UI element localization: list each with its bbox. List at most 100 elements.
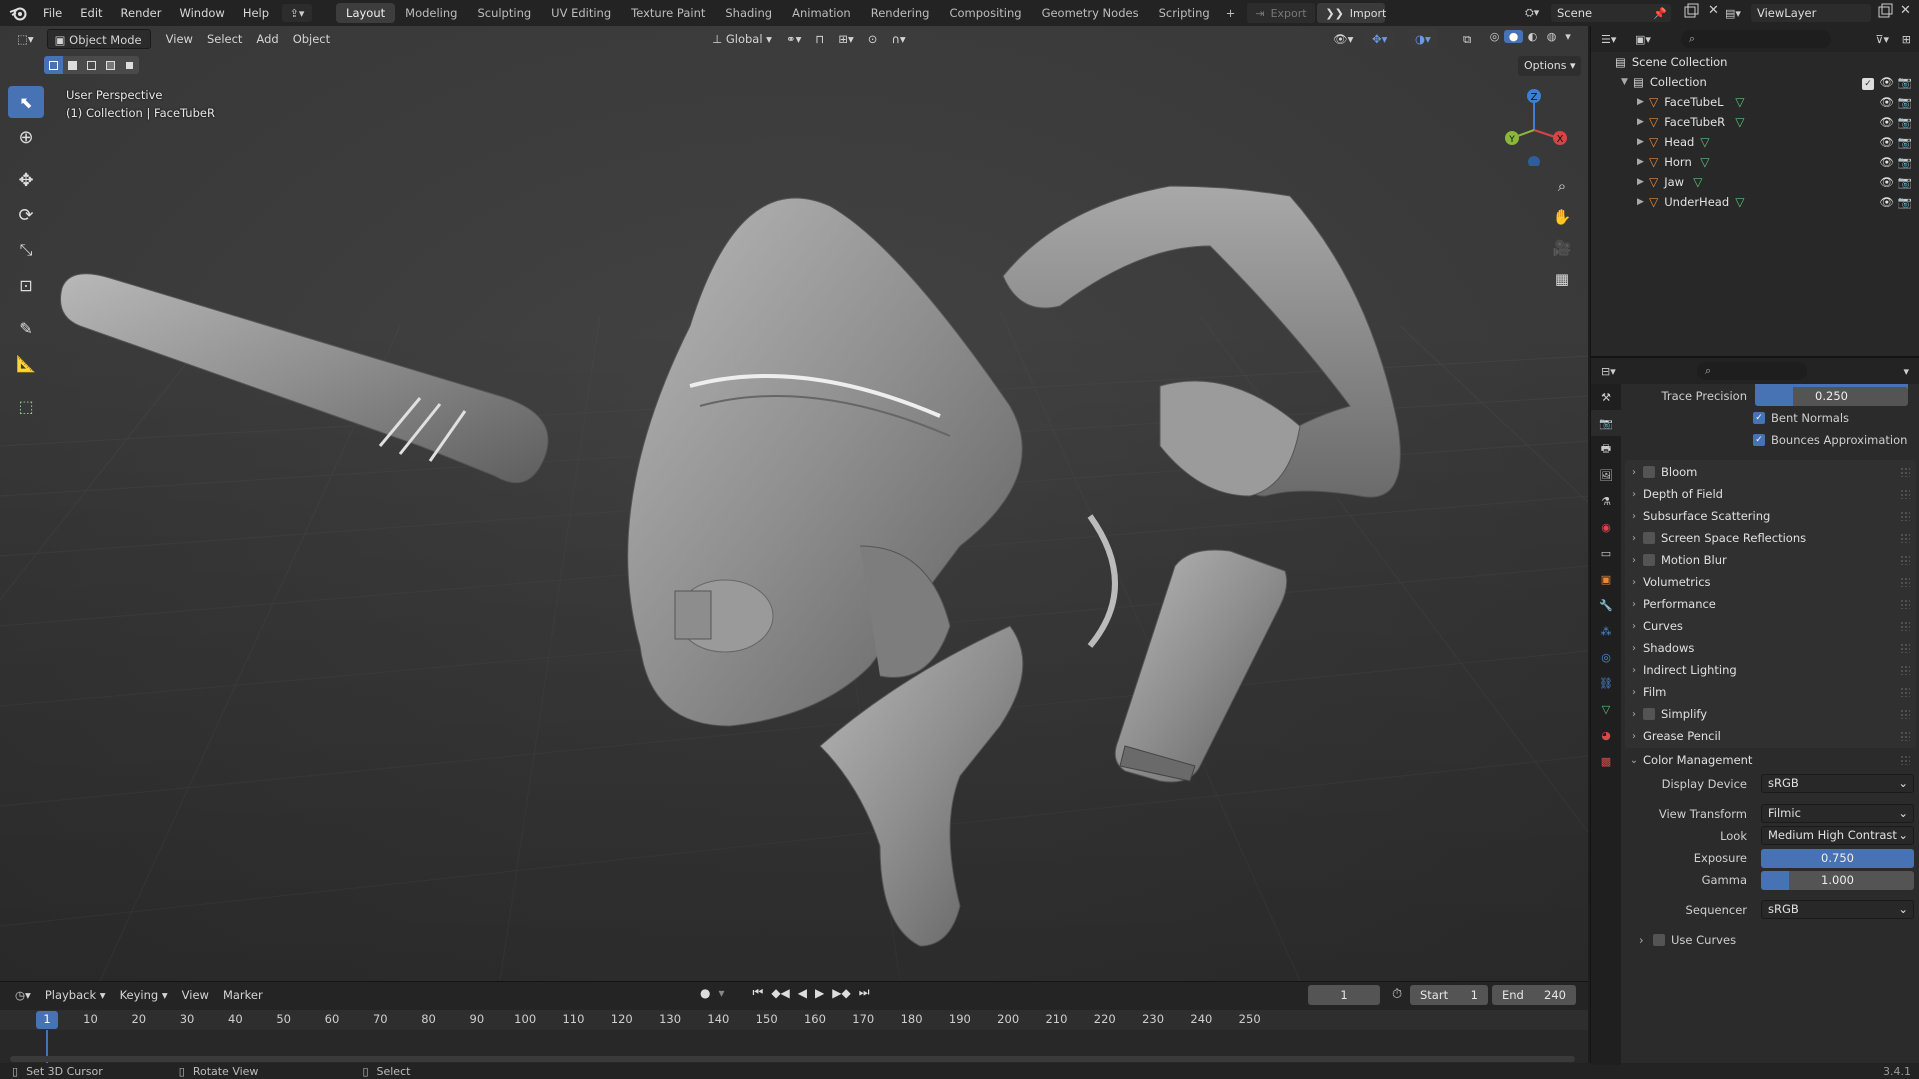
gizmo-toggle[interactable]: ✥▾ [1365,29,1395,49]
render-camera-icon[interactable]: 📷 [1898,95,1912,109]
display-device-dropdown[interactable]: sRGB ⌄ [1761,774,1914,793]
mesh-data-icon[interactable]: ▽ [1700,135,1709,149]
material-tab-icon[interactable]: ◕ [1591,722,1621,748]
look-dropdown[interactable]: Medium High Contrast ⌄ [1761,826,1914,845]
link-append-dropdown[interactable]: ⇪▾ [282,4,313,22]
play-icon[interactable]: ▶ [815,986,824,1000]
wireframe-shading-icon[interactable]: ◎ [1485,30,1504,43]
select-intersect-icon[interactable] [120,56,139,74]
tab-animation[interactable]: Animation [782,3,861,23]
new-view-layer-icon[interactable] [1877,3,1897,23]
rotate-tool[interactable]: ⟳ [8,199,44,231]
timeline-scrollbar[interactable] [10,1056,1575,1062]
expand-chevron-icon[interactable]: ▶ [1637,157,1649,167]
xray-toggle[interactable]: ⧉ [1456,29,1478,49]
outliner-object-row[interactable]: ▶ ▽ Head ▽ 👁 📷 [1591,132,1919,152]
delete-view-layer-icon[interactable]: ✕ [1900,3,1916,23]
drag-grip-icon[interactable] [1900,555,1910,565]
proportional-falloff-dropdown[interactable]: ∩▾ [884,29,912,49]
material-preview-icon[interactable]: ◐ [1523,30,1542,43]
display-mode-dropdown[interactable]: ▣▾ [1635,33,1669,46]
start-frame-field[interactable]: Start 1 [1410,985,1488,1005]
mode-dropdown[interactable]: ▣ Object Mode ▾ [46,29,151,67]
bounces-approx-checkbox[interactable]: ✓ [1753,434,1765,446]
tab-layout[interactable]: Layout [336,3,396,23]
menu-add[interactable]: Add [249,29,285,49]
render-tab-icon[interactable]: 📷 [1591,410,1621,436]
jump-start-icon[interactable]: ⏮ [753,985,764,1000]
timeline-editor[interactable]: ◷▾ Playback ▾ Keying ▾ View Marker ● ▾ ⏮… [0,981,1588,1064]
facetubel-mesh[interactable] [60,273,549,484]
current-frame-field[interactable]: 1 [1308,985,1380,1005]
outliner-object-row[interactable]: ▶ ▽ FaceTubeR ▽ 👁 📷 [1591,112,1919,132]
mesh-data-icon[interactable]: ▽ [1735,115,1744,129]
jump-next-keyframe-icon[interactable]: ▶◆ [832,986,850,1000]
tab-uv-editing[interactable]: UV Editing [541,3,621,23]
filter-dropdown[interactable]: ⊽▾ [1875,33,1889,46]
annotate-tool[interactable]: ✎ [8,312,44,344]
render-camera-icon[interactable]: 📷 [1898,175,1912,189]
new-scene-icon[interactable] [1683,3,1703,23]
visibility-eye-icon[interactable]: 👁 [1879,135,1894,149]
panel-enable-checkbox[interactable] [1643,554,1655,566]
snap-target-dropdown[interactable]: ⊞▾ [831,29,860,49]
expand-chevron-icon[interactable]: ▶ [1637,177,1649,187]
menu-keying[interactable]: Keying ▾ [113,985,175,1005]
drag-grip-icon[interactable] [1900,731,1910,741]
export-button[interactable]: ⇥ Export [1247,3,1316,23]
drag-grip-icon[interactable] [1900,577,1910,587]
outliner-editor-type-button[interactable]: ☰▾ [1601,33,1635,46]
mesh-data-icon[interactable]: ▽ [1700,155,1709,169]
tab-sculpting[interactable]: Sculpting [467,3,541,23]
render-camera-icon[interactable]: 📷 [1898,135,1912,149]
expand-chevron-icon[interactable]: ▶ [1637,137,1649,147]
add-cube-tool[interactable]: ⬚ [8,390,44,422]
panel-screen-space-reflections[interactable]: › Screen Space Reflections [1625,526,1916,550]
render-camera-icon[interactable]: 📷 [1898,195,1912,209]
solid-shading-icon[interactable]: ● [1504,30,1523,43]
scale-tool[interactable]: ⤡ [8,234,44,266]
facetuber-mesh[interactable] [1114,549,1288,783]
panel-indirect-lighting[interactable]: › Indirect Lighting [1625,658,1916,682]
end-frame-field[interactable]: End 240 [1492,985,1576,1005]
add-workspace-button[interactable]: + [1220,3,1242,23]
expand-chevron-icon[interactable]: ▶ [1637,97,1649,107]
drag-grip-icon[interactable] [1900,511,1910,521]
timeline-track[interactable] [0,1030,1588,1064]
drag-grip-icon[interactable] [1900,755,1910,765]
panel-enable-checkbox[interactable] [1643,532,1655,544]
mesh-data-icon[interactable]: ▽ [1735,195,1744,209]
properties-options-dropdown[interactable]: ▾ [1903,365,1909,378]
mesh-data-icon[interactable]: ▽ [1735,95,1744,109]
drag-grip-icon[interactable] [1900,489,1910,499]
menu-edit[interactable]: Edit [71,0,111,26]
navigation-gizmo[interactable]: Z X Y [1498,86,1578,166]
drag-grip-icon[interactable] [1900,467,1910,477]
jump-prev-keyframe-icon[interactable]: ◆◀ [771,986,789,1000]
data-tab-icon[interactable]: ▽ [1591,696,1621,722]
editor-type-button[interactable]: ⬚▾ [10,29,41,49]
collection-tab-icon[interactable]: ▭ [1591,540,1621,566]
options-dropdown[interactable]: Options ▾ [1518,56,1582,76]
perspective-toggle-icon[interactable]: ▦ [1548,265,1576,293]
visibility-eye-icon[interactable]: 👁 [1879,95,1894,109]
frame-ruler[interactable]: 1 10 20 30 40 50 60 70 80 90 100 110 120 130 140 150 160… [0,1010,1588,1030]
visibility-eye-icon[interactable]: 👁 [1879,175,1894,189]
use-curves-row[interactable]: › Use Curves [1625,930,1916,950]
panel-enable-checkbox[interactable] [1643,466,1655,478]
menu-file[interactable]: File [34,0,71,26]
menu-playback[interactable]: Playback ▾ [38,985,113,1005]
drag-grip-icon[interactable] [1900,687,1910,697]
panel-depth-of-field[interactable]: › Depth of Field [1625,482,1916,506]
outliner-scene-collection[interactable]: ▤ Scene Collection [1591,52,1919,72]
collapse-chevron-icon[interactable]: ▼ [1621,77,1633,87]
drag-grip-icon[interactable] [1900,665,1910,675]
zoom-icon[interactable]: ⌕ [1548,172,1576,200]
use-curves-checkbox[interactable] [1653,934,1665,946]
gamma-slider[interactable]: 1.000 [1761,870,1914,890]
tool-tab-icon[interactable]: ⚒ [1591,384,1621,410]
render-camera-icon[interactable]: 📷 [1898,155,1912,169]
drag-grip-icon[interactable] [1900,533,1910,543]
panel-curves[interactable]: › Curves [1625,614,1916,638]
visibility-eye-icon[interactable]: 👁 [1879,75,1894,89]
